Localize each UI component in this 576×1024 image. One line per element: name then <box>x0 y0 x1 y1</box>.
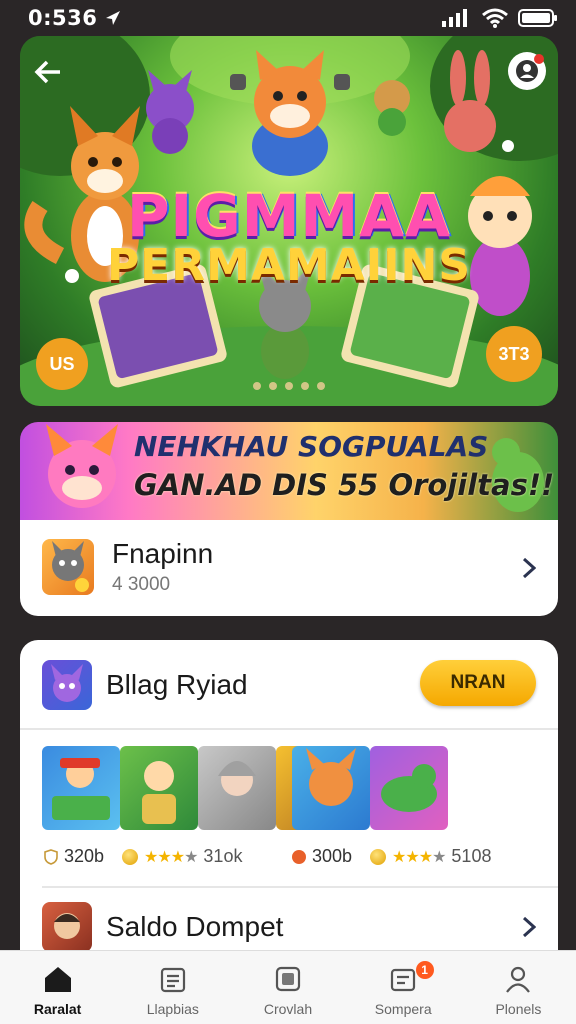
nav-label: Crovlah <box>263 1001 313 1017</box>
nav-label: Sompera <box>374 1001 432 1017</box>
game-thumbnail[interactable] <box>292 746 370 830</box>
heart-icon <box>292 849 306 864</box>
game-list-card: Bllag Ryiad NRAN 320b ★★★★ 31ok 300b ★★★… <box>20 640 558 960</box>
time-text: 0:536 <box>28 6 98 30</box>
profile-notification-dot <box>534 54 544 64</box>
game-count: 31ok <box>203 846 243 866</box>
nav-label: Raralat <box>33 1001 82 1017</box>
play-button[interactable]: NRAN <box>420 660 536 706</box>
game-stats-1: 320b ★★★★ 31ok <box>44 846 242 867</box>
chevron-right-icon[interactable] <box>522 557 536 579</box>
signal-icon <box>442 9 467 27</box>
back-arrow-icon <box>34 60 60 84</box>
location-arrow-icon <box>106 11 121 25</box>
nav-label: Plonels <box>495 1001 542 1017</box>
status-bar: 0:536 <box>0 0 576 36</box>
carousel-dot[interactable] <box>301 382 309 390</box>
wifi-icon <box>482 8 508 28</box>
promo-subline: GAN.AD DIS 55 Orojiltas!! <box>134 468 555 502</box>
promo-banner[interactable]: NEHKHAU SOGPUALAS GAN.AD DIS 55 Orojilta… <box>20 422 558 520</box>
back-button[interactable] <box>30 54 66 90</box>
coin-icon <box>370 848 387 865</box>
promo-headline: NEHKHAU SOGPUALAS <box>134 430 489 463</box>
hero-title-line2: PERMAMAIINS <box>106 240 472 291</box>
game-thumbnail[interactable] <box>198 746 276 830</box>
wallet-row[interactable]: Saldo Dompet <box>20 902 558 952</box>
nav-item-profile[interactable]: Plonels <box>461 951 576 1024</box>
carousel-dot[interactable] <box>269 382 277 390</box>
game-thumbnail[interactable] <box>370 746 448 830</box>
status-time: 0:536 <box>28 6 123 30</box>
bottom-navigation: Raralat Llapbias Crovlah 1 Sompera Plone… <box>0 950 576 1024</box>
wallet-avatar-icon <box>42 902 92 952</box>
game-score: 300b <box>312 846 353 866</box>
nav-item-gallery[interactable]: Crovlah <box>230 951 345 1024</box>
game-section-title: Bllag Ryiad <box>106 669 248 700</box>
carousel-dot[interactable] <box>253 382 261 390</box>
gallery-icon <box>275 966 301 992</box>
game-thumbnail[interactable] <box>42 746 120 830</box>
list-icon <box>160 967 185 993</box>
coin-badge-right: 3T3 <box>498 344 530 364</box>
pink-fox-icon <box>46 424 118 508</box>
game-stats-2: 300b ★★★★ 5108 <box>292 846 491 867</box>
nav-item-list[interactable]: Llapbias <box>115 951 230 1024</box>
nav-label: Llapbias <box>146 1001 199 1017</box>
star-rating: ★★★★ <box>392 848 446 866</box>
carousel-dot[interactable] <box>285 382 293 390</box>
carousel-indicator[interactable] <box>20 382 558 390</box>
user-icon <box>506 966 531 993</box>
coin-icon <box>122 848 139 865</box>
divider <box>20 728 558 730</box>
carousel-dot[interactable] <box>317 382 325 390</box>
balance-card[interactable]: Fnapinn 4 3000 <box>20 520 558 616</box>
wallet-title: Saldo Dompet <box>106 911 284 942</box>
battery-icon <box>518 9 557 27</box>
notification-badge: 1 <box>415 961 434 979</box>
profile-button[interactable] <box>508 52 546 90</box>
chevron-right-icon[interactable] <box>522 916 536 938</box>
balance-amount: 4 3000 <box>112 574 171 595</box>
nav-item-cart[interactable]: 1 Sompera <box>346 951 461 1024</box>
purple-creature <box>146 70 194 154</box>
balance-row[interactable]: Fnapinn 4 3000 <box>20 538 558 596</box>
green-creature <box>374 80 410 136</box>
shield-icon <box>44 848 58 865</box>
nav-item-home[interactable]: Raralat <box>0 951 115 1024</box>
game-thumbnail[interactable] <box>120 746 198 830</box>
game-count: 5108 <box>451 846 492 866</box>
game-score: 320b <box>64 846 105 866</box>
purple-cat-icon <box>42 660 92 710</box>
hero-banner[interactable]: PIGMMAA PERMAMAIINS US 3T3 <box>20 36 558 406</box>
balance-title: Fnapinn <box>112 538 214 569</box>
coin-badge-left: US <box>49 354 75 374</box>
divider <box>42 886 558 888</box>
home-icon <box>44 967 71 992</box>
game-thumbnails-group-2[interactable] <box>292 746 448 830</box>
star-rating: ★★★★ <box>144 848 198 866</box>
game-character-icon <box>42 539 94 595</box>
cart-icon <box>391 968 416 992</box>
status-icons <box>442 8 558 28</box>
